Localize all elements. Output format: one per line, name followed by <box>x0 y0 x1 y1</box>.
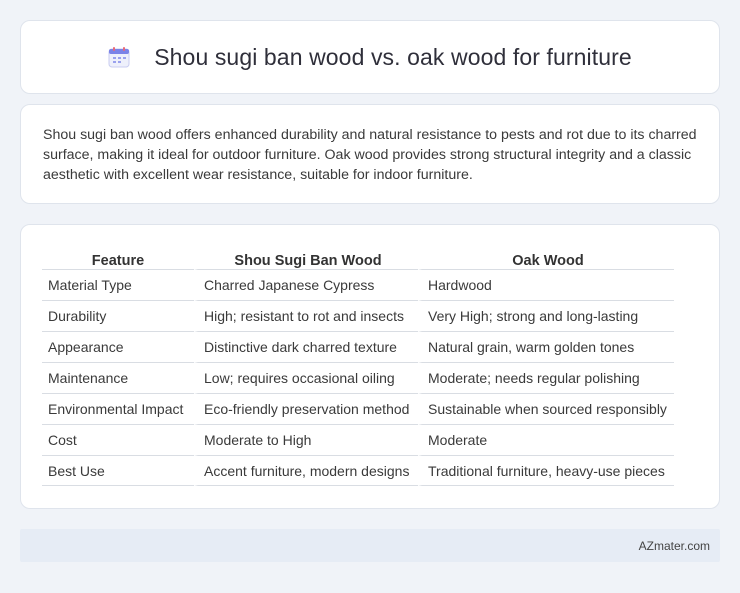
table-cell-oak: Moderate; needs regular polishing <box>418 362 674 393</box>
table-row: Maintenance Low; requires occasional oil… <box>42 362 674 393</box>
title-card: Shou sugi ban wood vs. oak wood for furn… <box>20 20 720 94</box>
table-cell-oak: Moderate <box>418 424 674 455</box>
table-header-row: Feature Shou Sugi Ban Wood Oak Wood <box>42 247 674 269</box>
table-cell-shou-sugi-ban: Charred Japanese Cypress <box>194 269 418 300</box>
table-cell-feature: Appearance <box>42 331 194 362</box>
table-cell-feature: Cost <box>42 424 194 455</box>
comparison-table-card: Feature Shou Sugi Ban Wood Oak Wood Mate… <box>20 224 720 509</box>
footer-bar: AZmater.com <box>20 529 720 562</box>
table-cell-feature: Maintenance <box>42 362 194 393</box>
table-row: Durability High; resistant to rot and in… <box>42 300 674 331</box>
table-row: Material Type Charred Japanese Cypress H… <box>42 269 674 300</box>
table-cell-shou-sugi-ban: Low; requires occasional oiling <box>194 362 418 393</box>
table-row: Best Use Accent furniture, modern design… <box>42 455 674 486</box>
comparison-table: Feature Shou Sugi Ban Wood Oak Wood Mate… <box>42 247 674 486</box>
table-cell-shou-sugi-ban: Eco-friendly preservation method <box>194 393 418 424</box>
table-cell-oak: Hardwood <box>418 269 674 300</box>
table-cell-oak: Very High; strong and long-lasting <box>418 300 674 331</box>
column-header-oak: Oak Wood <box>418 247 674 269</box>
table-cell-feature: Durability <box>42 300 194 331</box>
table-row: Appearance Distinctive dark charred text… <box>42 331 674 362</box>
column-header-feature: Feature <box>91 253 145 269</box>
table-cell-shou-sugi-ban: Accent furniture, modern designs <box>194 455 418 486</box>
table-cell-oak: Natural grain, warm golden tones <box>418 331 674 362</box>
summary-text: Shou sugi ban wood offers enhanced durab… <box>43 127 697 183</box>
table-cell-feature: Best Use <box>42 455 194 486</box>
summary-card: Shou sugi ban wood offers enhanced durab… <box>20 104 720 204</box>
column-header-shou-sugi-ban: Shou Sugi Ban Wood <box>194 247 418 269</box>
table-row: Environmental Impact Eco-friendly preser… <box>42 393 674 424</box>
table-cell-feature: Environmental Impact <box>42 393 194 424</box>
table-cell-oak: Traditional furniture, heavy-use pieces <box>418 455 674 486</box>
page-title: Shou sugi ban wood vs. oak wood for furn… <box>154 43 632 70</box>
table-cell-shou-sugi-ban: Distinctive dark charred texture <box>194 331 418 362</box>
footer-source: AZmater.com <box>638 538 710 553</box>
table-cell-shou-sugi-ban: High; resistant to rot and insects <box>194 300 418 331</box>
table-row: Cost Moderate to High Moderate <box>42 424 674 455</box>
table-cell-oak: Sustainable when sourced responsibly <box>418 393 674 424</box>
title-row: Shou sugi ban wood vs. oak wood for furn… <box>108 44 632 71</box>
table-cell-shou-sugi-ban: Moderate to High <box>194 424 418 455</box>
calendar-icon <box>108 46 130 68</box>
table-cell-feature: Material Type <box>42 269 194 300</box>
